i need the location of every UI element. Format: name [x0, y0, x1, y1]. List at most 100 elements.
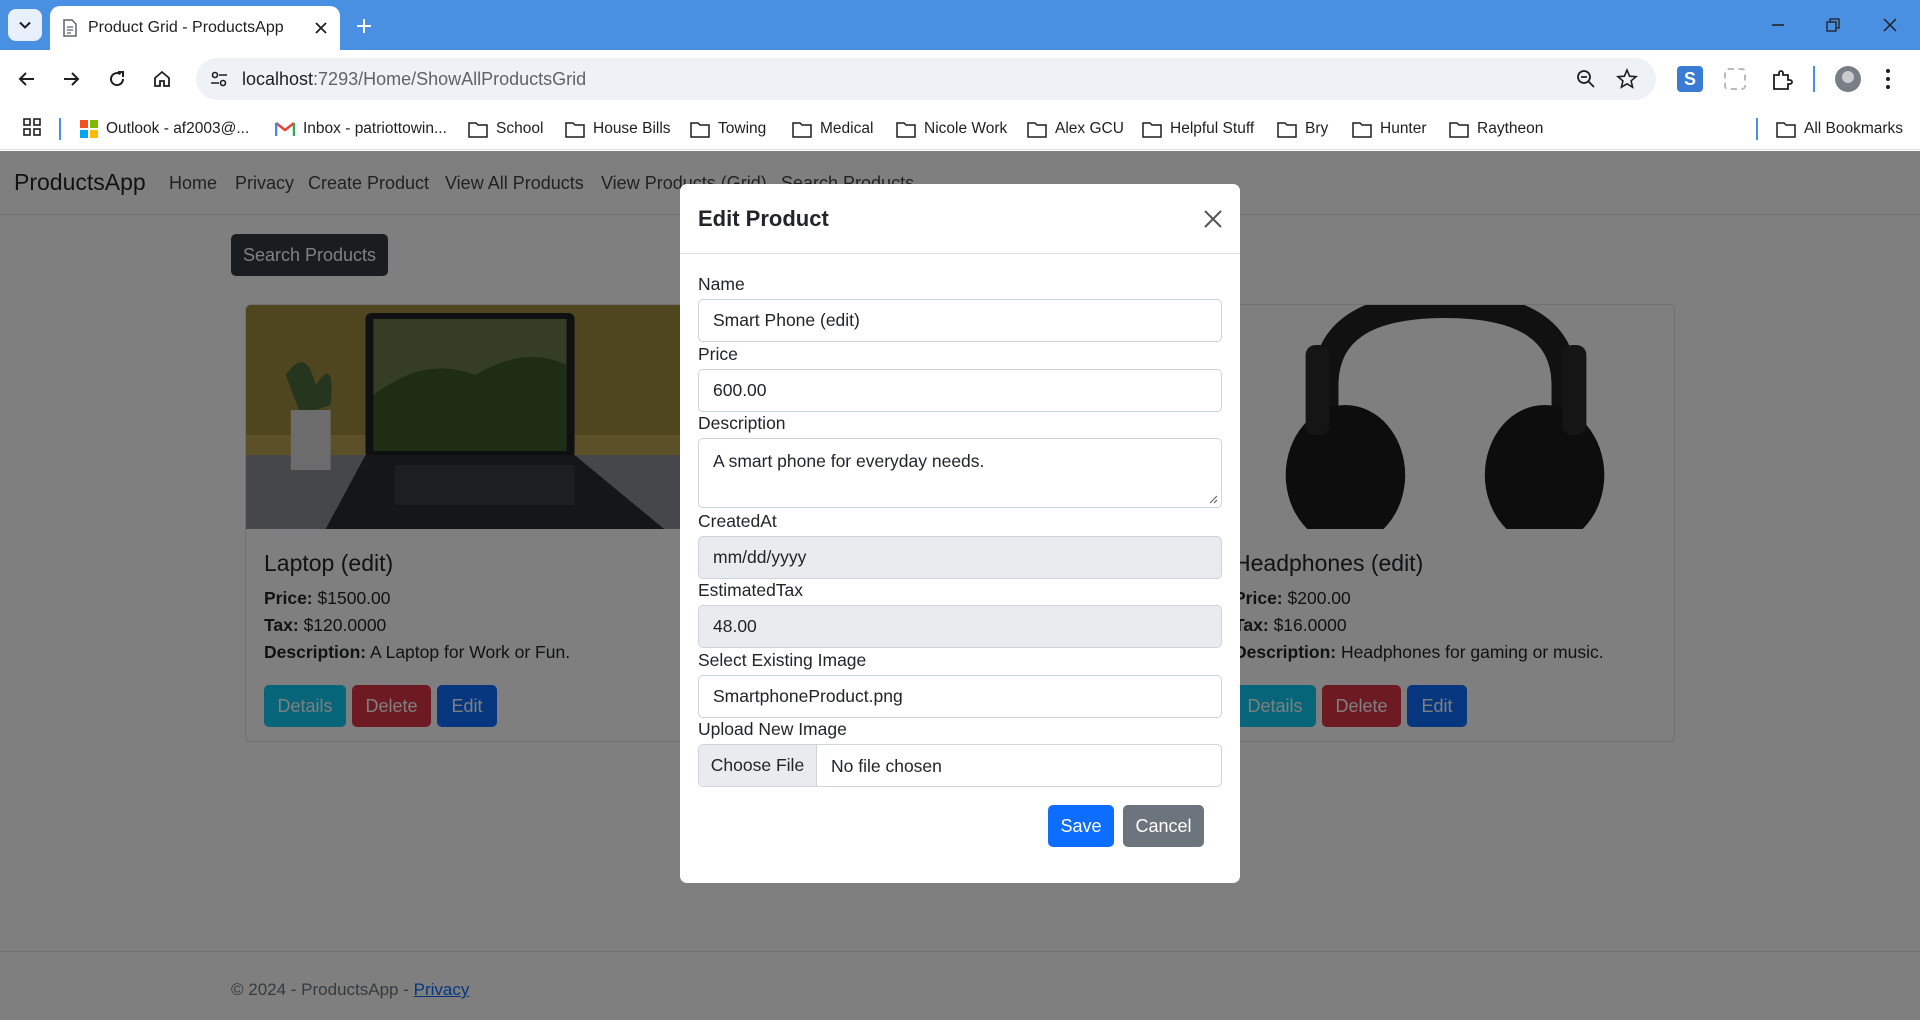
bookmark-star-icon[interactable] — [1616, 68, 1638, 90]
estimated-tax-input[interactable]: 48.00 — [698, 605, 1222, 648]
tab-search-button[interactable] — [8, 9, 42, 41]
bookmark-item[interactable]: Alex GCU — [1027, 116, 1124, 142]
apps-grid-icon[interactable] — [22, 117, 42, 137]
close-window-button[interactable] — [1870, 10, 1910, 40]
description-textarea[interactable]: A smart phone for everyday needs. — [698, 438, 1222, 508]
bookmark-label: Alex GCU — [1055, 120, 1124, 137]
url-text[interactable]: localhost:7293/Home/ShowAllProductsGrid — [242, 69, 586, 90]
bookmark-label: School — [496, 120, 544, 137]
file-status: No file chosen — [831, 756, 942, 776]
resize-handle-icon[interactable] — [1208, 494, 1218, 504]
bookmarks-divider-right — [1756, 118, 1758, 140]
toolbar-divider — [1813, 66, 1815, 92]
plus-icon — [357, 19, 371, 33]
home-button[interactable] — [146, 63, 178, 95]
folder-icon — [792, 121, 812, 138]
restore-button[interactable] — [1813, 10, 1853, 40]
name-label: Name — [698, 274, 745, 294]
arrow-right-icon — [64, 72, 80, 86]
folder-icon — [1277, 121, 1297, 138]
bookmark-label: Inbox - patriottowin... — [303, 120, 447, 137]
arrow-left-icon — [18, 72, 34, 86]
edit-product-modal: Edit Product Name Smart Phone (edit) Pri… — [680, 184, 1240, 883]
upload-image-input: Choose File No file chosen — [698, 744, 1222, 787]
browser-tab-bar: Product Grid - ProductsApp — [0, 0, 1920, 50]
browser-tab-active[interactable]: Product Grid - ProductsApp — [50, 6, 340, 50]
bookmark-label: Helpful Stuff — [1170, 120, 1255, 137]
description-label: Description — [698, 413, 786, 433]
bookmark-label: Outlook - af2003@... — [106, 120, 250, 137]
bookmark-label: Towing — [718, 120, 767, 137]
all-bookmarks-button[interactable]: All Bookmarks — [1776, 116, 1903, 142]
page-icon — [63, 19, 77, 37]
bookmark-item[interactable]: School — [468, 116, 543, 142]
folder-icon — [468, 121, 488, 138]
upload-image-label: Upload New Image — [698, 719, 847, 739]
bookmark-item[interactable]: Outlook - af2003@... — [80, 116, 249, 142]
select-image-input[interactable]: SmartphoneProduct.png — [698, 675, 1222, 718]
folder-icon — [1352, 121, 1372, 138]
chevron-down-icon — [19, 21, 31, 29]
folder-icon — [690, 121, 710, 138]
created-at-label: CreatedAt — [698, 511, 777, 531]
close-tab-icon[interactable] — [314, 21, 328, 35]
name-input[interactable]: Smart Phone (edit) — [698, 299, 1222, 342]
bookmark-item[interactable]: Bry — [1277, 116, 1328, 142]
browser-toolbar: localhost:7293/Home/ShowAllProductsGrid … — [0, 50, 1920, 108]
extensions-puzzle-icon[interactable] — [1770, 68, 1794, 92]
modal-header: Edit Product — [680, 184, 1240, 254]
close-icon — [1883, 18, 1897, 32]
folder-icon — [1449, 121, 1469, 138]
folder-icon — [1776, 121, 1796, 138]
restore-icon — [1826, 18, 1840, 32]
minimize-icon — [1772, 24, 1784, 26]
new-tab-button[interactable] — [350, 12, 378, 40]
bookmark-label: Nicole Work — [924, 120, 1008, 137]
more-menu-icon[interactable] — [1884, 68, 1892, 90]
bookmark-item[interactable]: Nicole Work — [896, 116, 1007, 142]
bookmark-item[interactable]: House Bills — [565, 116, 671, 142]
bookmark-label: Bry — [1305, 120, 1329, 137]
estimated-tax-label: EstimatedTax — [698, 580, 804, 600]
modal-close-button[interactable] — [1198, 204, 1228, 234]
choose-file-button[interactable]: Choose File — [699, 745, 817, 786]
save-button[interactable]: Save — [1048, 805, 1114, 847]
site-info-icon[interactable] — [209, 69, 229, 89]
microsoft-logo-icon — [80, 120, 98, 138]
extension-grid-icon[interactable] — [1724, 68, 1746, 90]
minimize-button[interactable] — [1758, 10, 1798, 40]
bookmarks-bar: Outlook - af2003@... Inbox - patriottowin… — [0, 108, 1920, 150]
zoom-icon[interactable] — [1576, 69, 1596, 89]
folder-icon — [1142, 121, 1162, 138]
reload-icon — [110, 71, 125, 87]
folder-icon — [1027, 121, 1047, 138]
bookmarks-divider — [59, 118, 61, 140]
extension-s-icon[interactable]: S — [1677, 66, 1703, 92]
bookmark-item[interactable]: Hunter — [1352, 116, 1427, 142]
gmail-icon — [275, 122, 295, 136]
bookmark-item[interactable]: Towing — [690, 116, 766, 142]
profile-avatar[interactable] — [1835, 66, 1861, 92]
price-label: Price — [698, 344, 738, 364]
bookmark-label: Hunter — [1380, 120, 1427, 137]
bookmark-item[interactable]: Raytheon — [1449, 116, 1543, 142]
price-input[interactable]: 600.00 — [698, 369, 1222, 412]
tab-title: Product Grid - ProductsApp — [88, 19, 284, 36]
address-bar[interactable]: localhost:7293/Home/ShowAllProductsGrid — [196, 58, 1656, 100]
cancel-button[interactable]: Cancel — [1123, 805, 1204, 847]
bookmark-item[interactable]: Medical — [792, 116, 873, 142]
bookmark-item[interactable]: Helpful Stuff — [1142, 116, 1254, 142]
bookmark-item[interactable]: Inbox - patriottowin... — [275, 116, 447, 142]
folder-icon — [896, 121, 916, 138]
back-button[interactable] — [11, 63, 43, 95]
home-icon — [154, 70, 170, 87]
bookmark-label: House Bills — [593, 120, 671, 137]
close-icon — [1204, 210, 1222, 228]
modal-title: Edit Product — [698, 206, 829, 231]
select-image-label: Select Existing Image — [698, 650, 867, 670]
folder-icon — [565, 121, 585, 138]
created-at-input[interactable]: mm/dd/yyyy — [698, 536, 1222, 579]
bookmark-label: Raytheon — [1477, 120, 1544, 137]
reload-button[interactable] — [101, 63, 133, 95]
forward-button[interactable] — [55, 63, 87, 95]
